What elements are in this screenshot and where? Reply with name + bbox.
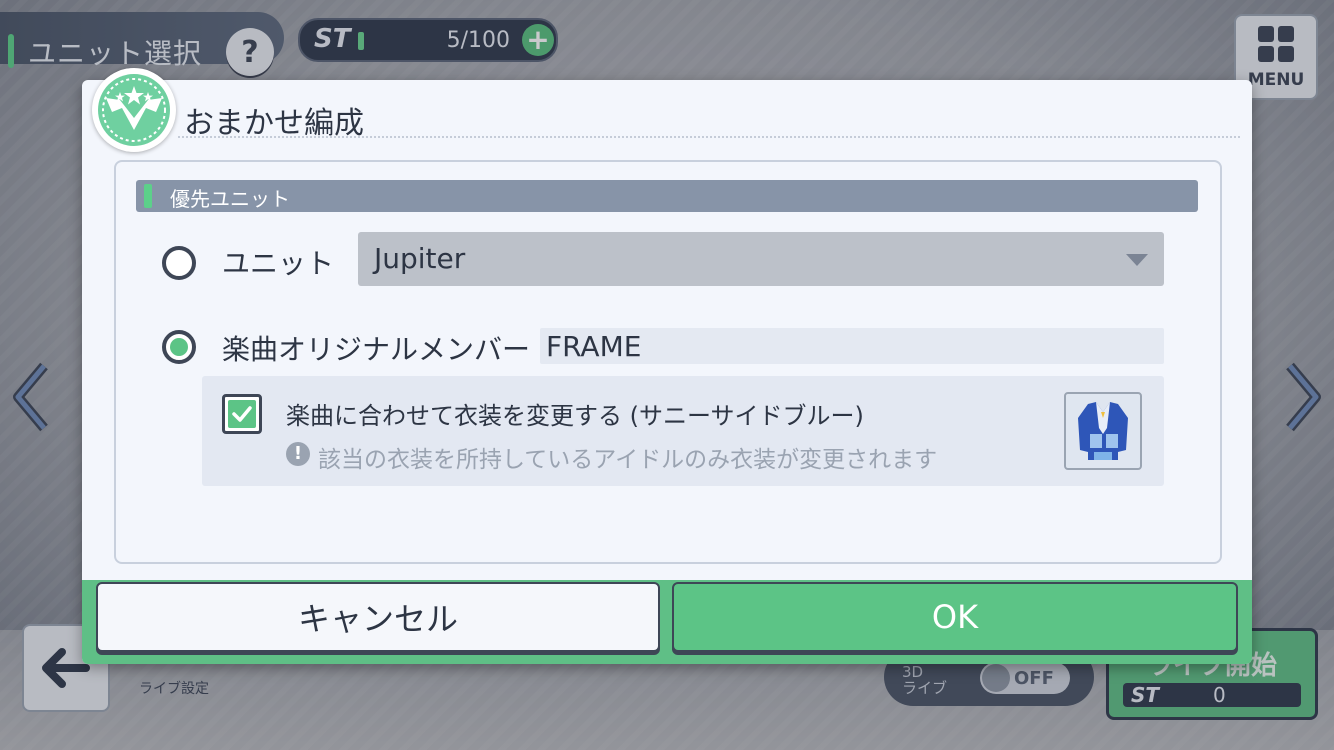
costume-checkbox[interactable] [222, 394, 262, 434]
checkbox-fill [228, 400, 256, 428]
song-member-unit-field: FRAME [540, 328, 1164, 364]
jacket-icon [1078, 402, 1128, 460]
costume-option-box: 楽曲に合わせて衣装を変更する (サニーサイドブルー) ! 該当の衣装を所持してい… [202, 376, 1164, 486]
notice-icon: ! [286, 442, 310, 466]
unit-select[interactable]: Jupiter [358, 232, 1164, 286]
section-accent [144, 184, 152, 208]
section-title: 優先ユニット [170, 187, 290, 211]
chevron-down-icon [1126, 254, 1148, 266]
song-member-option-label[interactable]: 楽曲オリジナルメンバー [222, 328, 530, 368]
checkmark-icon [232, 406, 252, 422]
unit-option-label[interactable]: ユニット [222, 242, 334, 282]
priority-unit-panel: 優先ユニット ユニット Jupiter 楽曲オリジナルメンバー FRAME 楽曲… [114, 160, 1222, 564]
dialog-title: おまかせ編成 [184, 106, 364, 141]
unit-radio[interactable] [162, 246, 196, 280]
unit-select-value: Jupiter [374, 242, 466, 275]
costume-thumbnail[interactable] [1064, 392, 1142, 470]
song-member-unit-value: FRAME [546, 330, 642, 363]
costume-note: 該当の衣装を所持しているアイドルのみ衣装が変更されます [318, 447, 938, 473]
song-member-radio[interactable] [162, 330, 196, 364]
section-header: 優先ユニット [136, 180, 1198, 212]
auto-formation-dialog: おまかせ編成 優先ユニット ユニット Jupiter 楽曲オリジナルメンバー F… [82, 68, 1252, 664]
cancel-button[interactable]: キャンセル [96, 582, 660, 652]
ok-button[interactable]: OK [672, 582, 1238, 652]
costume-change-label[interactable]: 楽曲に合わせて衣装を変更する (サニーサイドブルー) [286, 396, 864, 431]
emblem-icon [92, 68, 176, 152]
